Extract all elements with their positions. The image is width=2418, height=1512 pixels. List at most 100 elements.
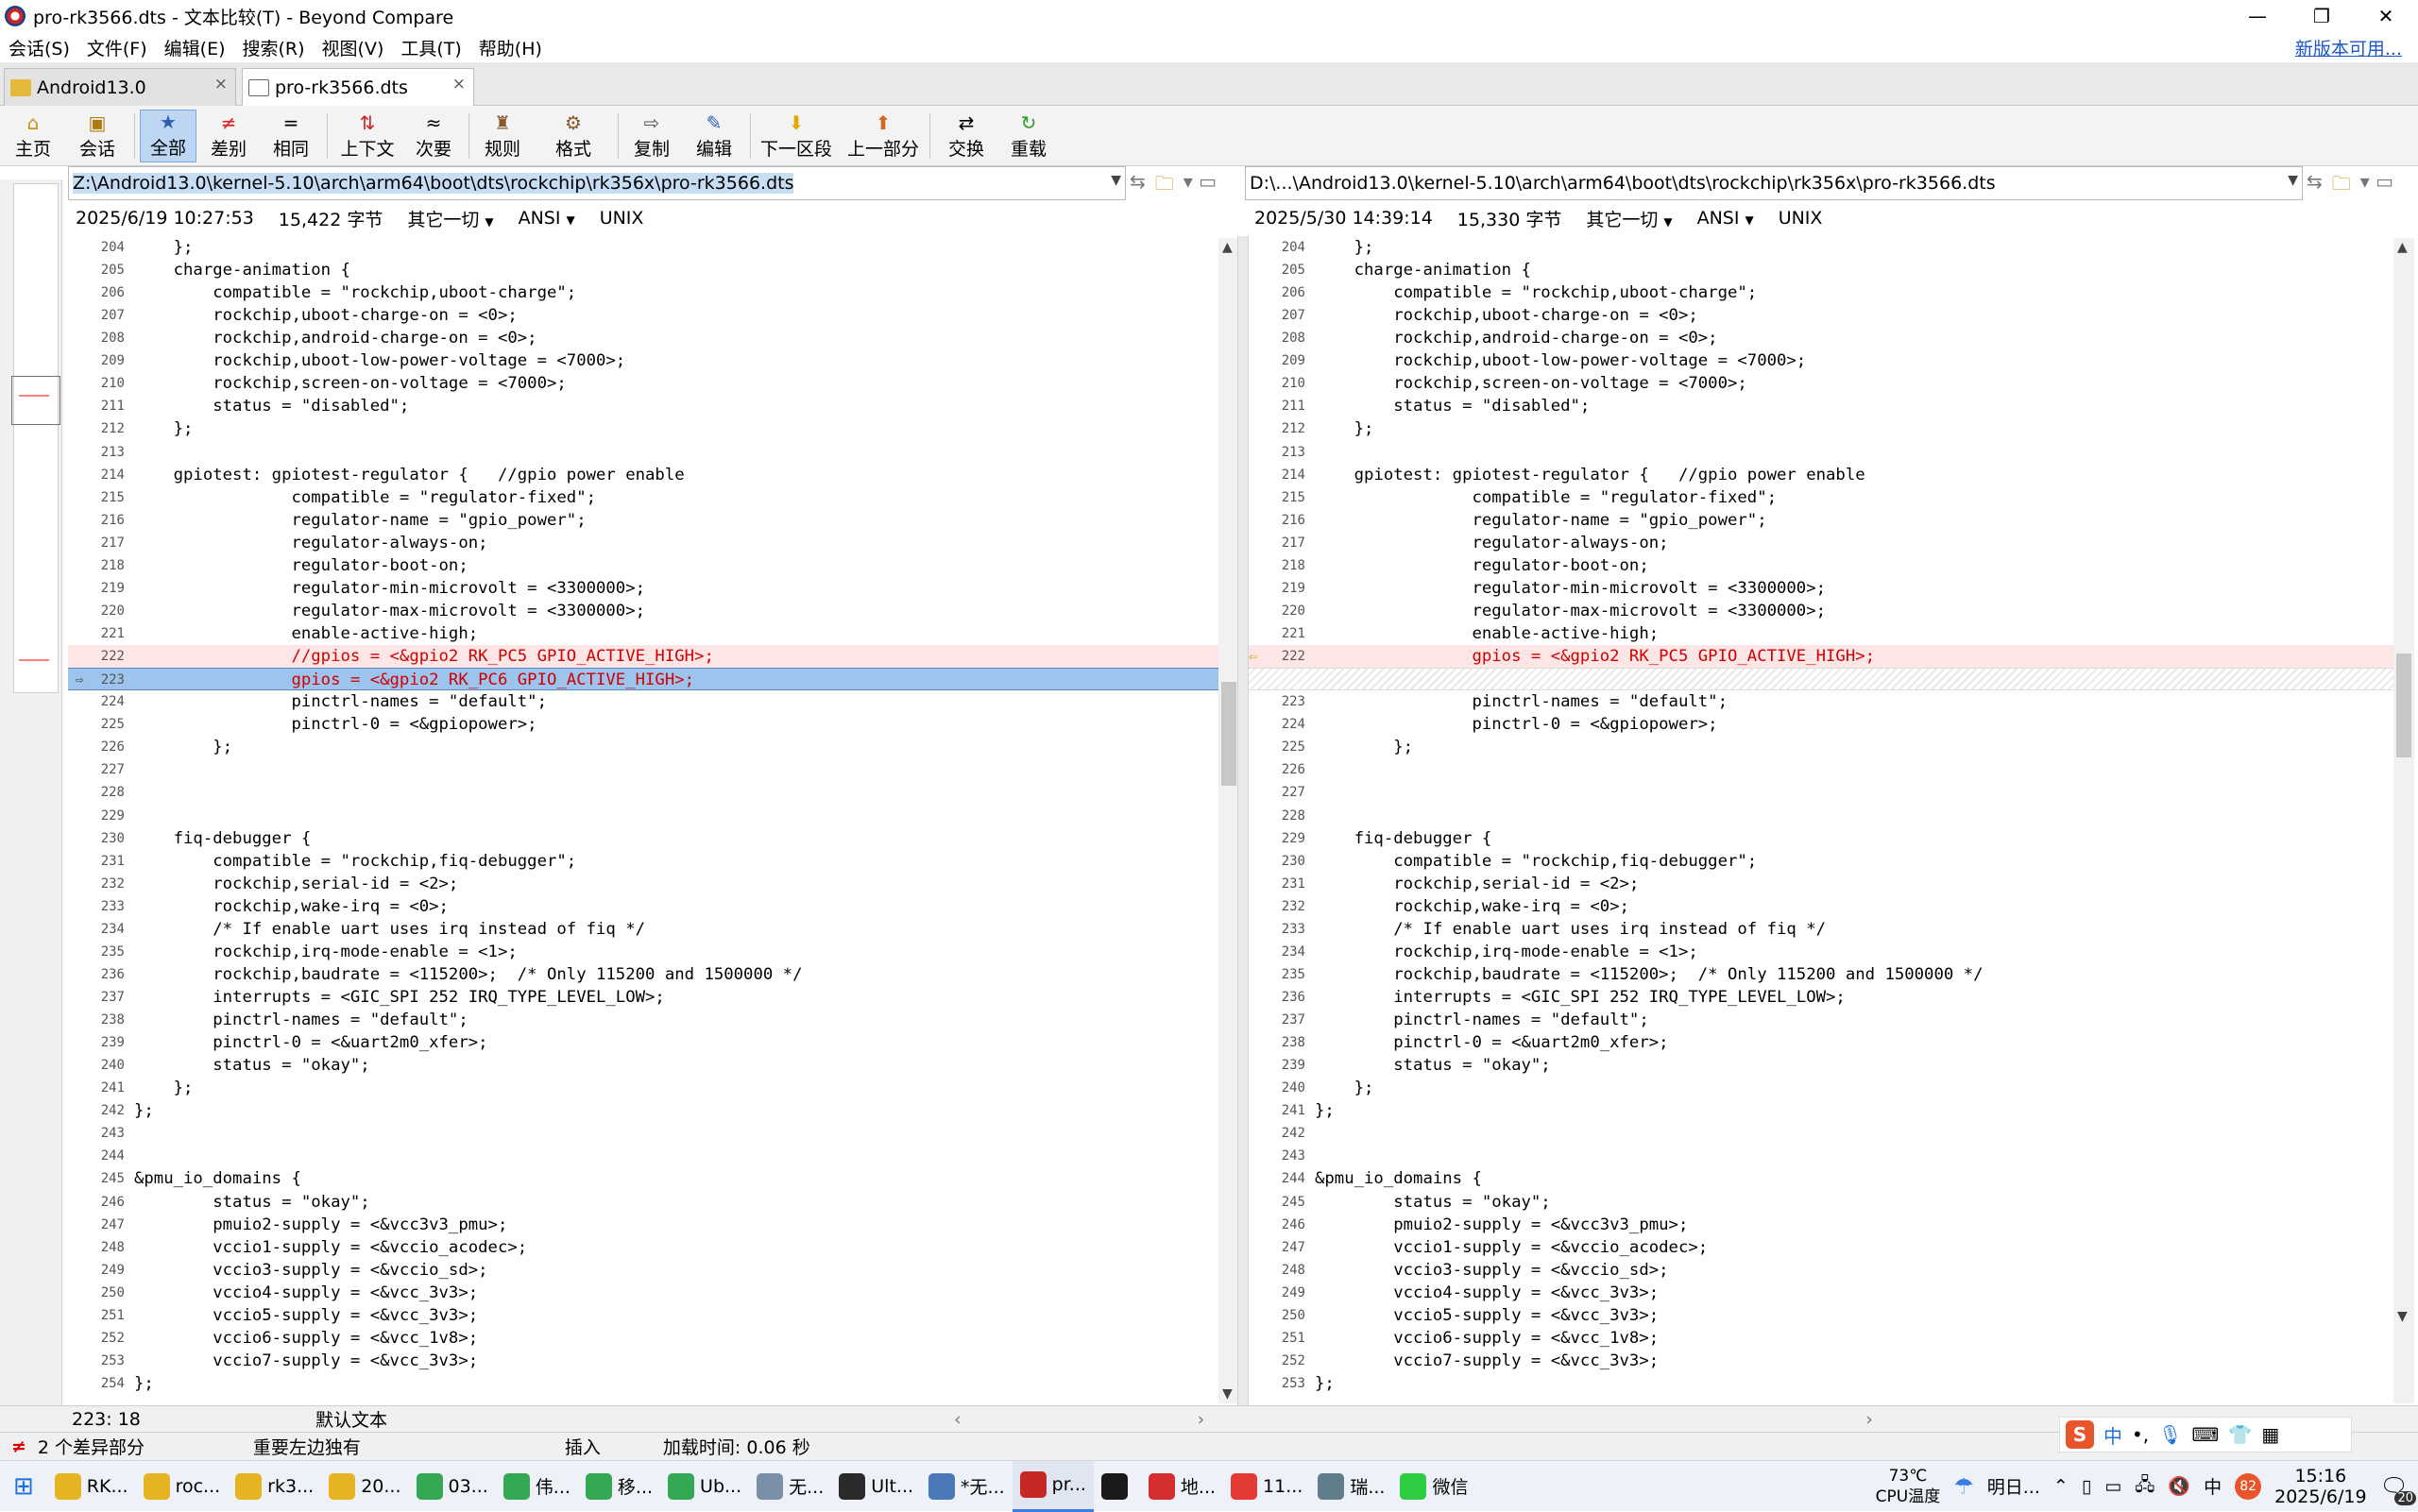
code-line[interactable]: 241}; — [1249, 1099, 2393, 1122]
code-line[interactable]: 209 rockchip,uboot-low-power-voltage = <… — [1249, 349, 2393, 372]
code-line[interactable]: 224 pinctrl-0 = <&gpiopower>; — [1249, 713, 2393, 736]
close-button[interactable]: ✕ — [2354, 0, 2418, 32]
code-line[interactable]: 226 — [1249, 758, 2393, 781]
code-line[interactable]: 254}; — [68, 1372, 1218, 1395]
code-line[interactable]: 243 — [68, 1122, 1218, 1145]
scroll-thumb[interactable] — [2396, 654, 2411, 757]
code-line[interactable]: 215 compatible = "regulator-fixed"; — [1249, 486, 2393, 509]
edit-button[interactable]: ✎ 编辑 — [690, 110, 739, 162]
copy-button[interactable]: ⇨ 复制 — [627, 110, 676, 162]
taskbar-app-button[interactable]: 03... — [409, 1461, 496, 1512]
menu-search[interactable]: 搜索(R) — [234, 35, 314, 60]
prev-section-button[interactable]: ⬆ 上一部分 — [846, 110, 920, 162]
taskbar-app-button[interactable]: 瑞... — [1310, 1461, 1392, 1512]
diff-overview-strip[interactable] — [0, 179, 62, 1407]
clock[interactable]: 15:16 2025/6/19 — [2274, 1466, 2366, 1507]
scroll-down-icon[interactable]: ▼ — [1222, 1386, 1233, 1402]
code-line[interactable]: 234 /* If enable uart uses irq instead o… — [68, 918, 1218, 941]
code-line[interactable]: 213 — [1249, 441, 2393, 464]
code-line[interactable]: 204 }; — [68, 236, 1218, 259]
right-path-field[interactable]: D:\...\Android13.0\kernel-5.10\arch\arm6… — [1245, 166, 2303, 200]
code-line[interactable]: 250 vccio5-supply = <&vcc_3v3>; — [1249, 1304, 2393, 1327]
tab-close-icon[interactable]: × — [452, 75, 466, 93]
code-line[interactable]: 217 regulator-always-on; — [1249, 532, 2393, 554]
code-line[interactable]: 215 compatible = "regulator-fixed"; — [68, 486, 1218, 509]
code-line[interactable]: 252 vccio6-supply = <&vcc_1v8>; — [68, 1327, 1218, 1350]
battery-icon[interactable]: ▭ — [2104, 1476, 2121, 1497]
next-section-button[interactable]: ⬇ 下一区段 — [759, 110, 833, 162]
code-line[interactable]: 228 — [68, 781, 1218, 804]
left-path-field[interactable]: Z:\Android13.0\kernel-5.10\arch\arm64\bo… — [68, 166, 1126, 200]
swap-button[interactable]: ⇄ 交换 — [941, 110, 992, 162]
cpu-temp-widget[interactable]: 73℃ CPU温度 — [1876, 1466, 1941, 1507]
code-line[interactable]: 206 compatible = "rockchip,uboot-charge"… — [68, 281, 1218, 304]
session-button[interactable]: ▣ 会话 — [64, 110, 130, 162]
home-button[interactable]: ⌂ 主页 — [8, 110, 59, 162]
taskbar-app-button[interactable]: Ult... — [831, 1461, 921, 1512]
code-line[interactable]: 253}; — [1249, 1372, 2393, 1395]
code-line[interactable]: 231 rockchip,serial-id = <2>; — [1249, 873, 2393, 895]
taskbar-app-button[interactable]: pr... — [1012, 1460, 1094, 1512]
code-line[interactable]: 247 vccio1-supply = <&vccio_acodec>; — [1249, 1236, 2393, 1259]
code-line[interactable]: 249 vccio3-supply = <&vccio_sd>; — [68, 1259, 1218, 1282]
ime-language-toggle[interactable]: 中 — [2103, 1421, 2122, 1449]
open-folder-icon[interactable]: 🗀 — [1155, 170, 1174, 202]
code-line[interactable]: 218 regulator-boot-on; — [68, 554, 1218, 577]
code-line[interactable]: 232 rockchip,wake-irq = <0>; — [1249, 895, 2393, 918]
code-line[interactable]: 251 vccio6-supply = <&vcc_1v8>; — [1249, 1327, 2393, 1350]
code-line[interactable]: 225 pinctrl-0 = <&gpiopower>; — [68, 713, 1218, 736]
code-line[interactable]: 241 }; — [68, 1077, 1218, 1099]
code-line[interactable]: 230 compatible = "rockchip,fiq-debugger"… — [1249, 850, 2393, 873]
h-scroll-right-arrow-icon[interactable]: › — [1865, 1409, 1873, 1430]
history-icon[interactable]: ⇆ — [1130, 170, 1146, 202]
code-line[interactable]: 248 vccio1-supply = <&vccio_acodec>; — [68, 1236, 1218, 1259]
code-line[interactable]: 228 — [1249, 805, 2393, 827]
code-line[interactable]: 212 }; — [1249, 417, 2393, 440]
left-text-pane[interactable]: 204 }; 205 charge-animation {206 compatib… — [68, 236, 1218, 1409]
code-line[interactable]: 227 — [1249, 781, 2393, 804]
code-line[interactable]: 212 }; — [68, 417, 1218, 440]
code-line[interactable]: 207 rockchip,uboot-charge-on = <0>; — [1249, 304, 2393, 327]
code-line[interactable]: 246 pmuio2-supply = <&vcc3v3_pmu>; — [1249, 1214, 2393, 1236]
code-line[interactable]: 243 — [1249, 1145, 2393, 1167]
scroll-up-icon[interactable]: ▲ — [2397, 240, 2408, 255]
code-line[interactable]: 218 regulator-boot-on; — [1249, 554, 2393, 577]
code-line[interactable]: 236 interrupts = <GIC_SPI 252 IRQ_TYPE_L… — [1249, 986, 2393, 1009]
show-same-button[interactable]: = 相同 — [264, 110, 317, 162]
h-scroll-right-icon[interactable]: › — [1198, 1409, 1205, 1430]
volume-icon[interactable]: 🔇 — [2168, 1475, 2190, 1497]
skin-icon[interactable]: 👕 — [2228, 1423, 2252, 1446]
chevron-down-icon[interactable]: ▼ — [1111, 173, 1121, 188]
code-line[interactable]: 210 rockchip,screen-on-voltage = <7000>; — [1249, 372, 2393, 395]
history-icon[interactable]: ⇆ — [2307, 170, 2323, 202]
right-encoding-dropdown[interactable]: ANSI ▼ — [1697, 208, 1754, 229]
right-text-pane[interactable]: 204 }; 205 charge-animation {206 compatib… — [1249, 236, 2393, 1409]
notification-badge[interactable]: 82 — [2235, 1472, 2262, 1500]
taskbar-app-button[interactable] — [1094, 1461, 1141, 1512]
code-line[interactable]: 221 enable-active-high; — [1249, 622, 2393, 645]
code-line[interactable]: 231 compatible = "rockchip,fiq-debugger"… — [68, 850, 1218, 873]
code-line[interactable]: 209 rockchip,uboot-low-power-voltage = <… — [68, 349, 1218, 372]
code-line[interactable]: 224 pinctrl-names = "default"; — [68, 690, 1218, 713]
weather-forecast[interactable]: 明日... — [1987, 1473, 2040, 1499]
minor-button[interactable]: ≈ 次要 — [408, 110, 459, 162]
menu-view[interactable]: 视图(V) — [314, 35, 393, 60]
code-line[interactable]: 240 status = "okay"; — [68, 1054, 1218, 1077]
format-button[interactable]: ⚙ 格式 — [538, 110, 608, 162]
code-line[interactable]: 206 compatible = "rockchip,uboot-charge"… — [1249, 281, 2393, 304]
code-line[interactable]: 234 rockchip,irq-mode-enable = <1>; — [1249, 941, 2393, 963]
code-line[interactable] — [1249, 668, 2393, 691]
ime-toolbar[interactable]: S 中 •, 🎙 ⌨ 👕 ▦ — [2059, 1417, 2352, 1453]
code-line[interactable]: 242 — [1249, 1122, 2393, 1145]
code-line[interactable]: 239 status = "okay"; — [1249, 1054, 2393, 1077]
menu-session[interactable]: 会话(S) — [0, 35, 78, 60]
menu-tools[interactable]: 工具(T) — [392, 35, 469, 60]
taskbar-app-button[interactable]: 移... — [578, 1461, 660, 1512]
context-button[interactable]: ⇅ 上下文 — [332, 110, 402, 162]
overview-viewport[interactable] — [11, 376, 60, 425]
code-line[interactable]: 244 — [68, 1145, 1218, 1167]
taskbar-app-button[interactable]: *无... — [921, 1461, 1013, 1512]
code-line[interactable]: 205 charge-animation { — [68, 259, 1218, 281]
menu-edit[interactable]: 编辑(E) — [156, 35, 234, 60]
tab-close-icon[interactable]: × — [214, 75, 228, 93]
